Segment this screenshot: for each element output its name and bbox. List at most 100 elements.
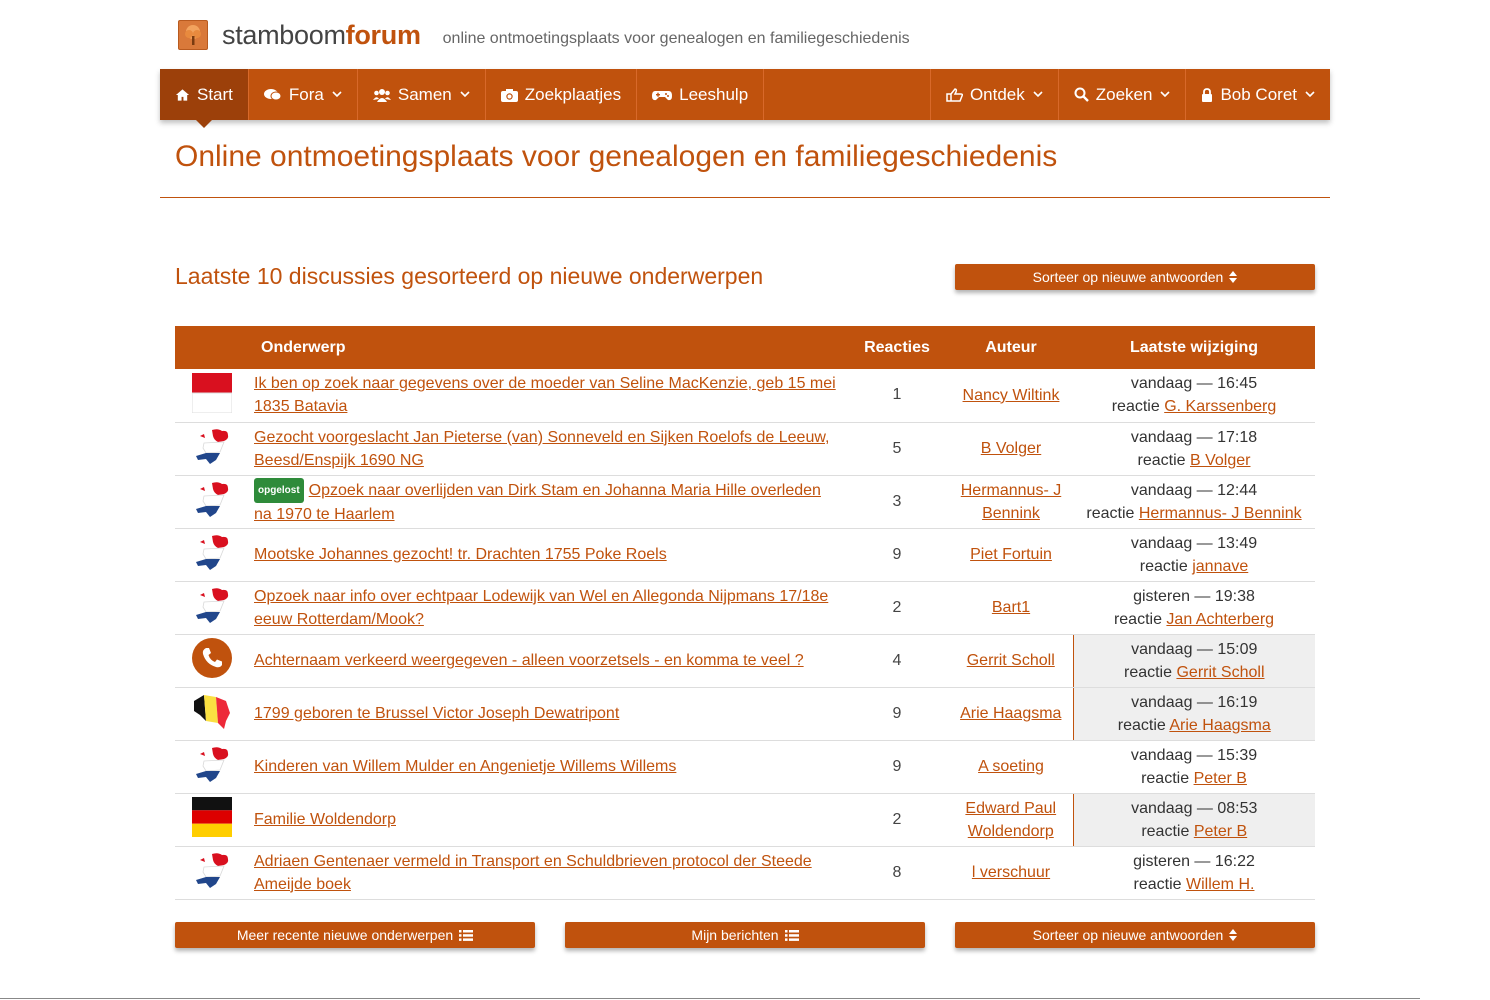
reply-author-link[interactable]: Peter B [1194,823,1247,840]
topic-link[interactable]: Opzoek naar overlijden van Dirk Stam en … [254,482,821,523]
chevron-down-icon [1160,91,1171,98]
nav-zoeken[interactable]: Zoeken [1059,69,1187,120]
last-change-cell: vandaag — 08:53 reactie Peter B [1072,793,1316,847]
reactions-count: 1 [845,369,949,423]
phone-flag-icon[interactable] [192,638,232,683]
last-change-cell: vandaag — 16:45 reactie G. Karssenberg [1073,369,1315,423]
topic-link[interactable]: Mootske Johannes gezocht! tr. Drachten 1… [254,546,667,563]
reply-prefix: reactie [1117,716,1166,734]
reactions-count: 9 [845,740,949,794]
author-link[interactable]: Edward Paul Woldendorp [965,800,1056,840]
page: stamboomforum online ontmoetingsplaats v… [0,0,1490,1000]
author-link[interactable]: B Volger [981,440,1041,457]
topic-link[interactable]: Achternaam verkeerd weergegeven - alleen… [254,652,804,669]
table-row: Adriaen Gentenaer vermeld in Transport e… [175,846,1315,900]
last-change-cell: vandaag — 16:19 reactie Arie Haagsma [1072,687,1315,741]
topics-table-header: Onderwerp Reacties Auteur Laatste wijzig… [175,326,1315,369]
table-row: Achternaam verkeerd weergegeven - alleen… [175,634,1316,688]
netherlands-flag-icon[interactable] [192,850,232,895]
nav-fora[interactable]: Fora [249,69,358,120]
home-icon [175,88,190,102]
footer-divider [0,998,1420,999]
author-link[interactable]: l verschuur [972,864,1050,881]
author-link[interactable]: A soeting [978,758,1044,775]
sort-new-replies-button-bottom[interactable]: Sorteer op nieuwe antwoorden [955,922,1315,948]
gamepad-icon [652,88,673,102]
reply-author-link[interactable]: G. Karssenberg [1164,398,1276,415]
nav-user[interactable]: Bob Coret [1186,69,1330,120]
topic-link[interactable]: Kinderen van Willem Mulder en Angenietje… [254,758,676,775]
author-cell: Gerrit Scholl [949,634,1073,688]
topic-cell: Familie Woldendorp [249,793,845,847]
topic-link[interactable]: Familie Woldendorp [254,811,396,828]
reply-author-link[interactable]: Willem H. [1186,876,1254,893]
author-cell: l verschuur [949,846,1073,900]
nav-start[interactable]: Start [160,69,249,128]
reply-author-link[interactable]: Arie Haagsma [1169,717,1270,734]
belgium-flag-icon[interactable] [192,691,232,736]
last-reply: reactie B Volger [1073,449,1315,472]
reply-prefix: reactie [1141,769,1190,787]
author-link[interactable]: Gerrit Scholl [967,652,1055,669]
last-reply: reactie Gerrit Scholl [1074,661,1316,684]
author-link[interactable]: Arie Haagsma [960,705,1061,722]
nav-zoekplaatjes[interactable]: Zoekplaatjes [486,69,638,120]
topic-link[interactable]: 1799 geboren te Brussel Victor Joseph De… [254,705,619,722]
tree-logo-icon[interactable] [178,20,208,50]
topic-link[interactable]: Adriaen Gentenaer vermeld in Transport e… [254,853,812,893]
topic-category-cell [175,634,249,688]
col-reactions: Reacties [845,326,949,369]
last-reply: reactie Peter B [1074,820,1316,843]
indonesia-flag-icon[interactable] [191,372,233,418]
netherlands-flag-icon[interactable] [192,532,232,577]
section-title: Laatste 10 discussies gesorteerd op nieu… [175,263,764,289]
author-link[interactable]: Nancy Wiltink [963,387,1060,404]
nav-leeshulp[interactable]: Leeshulp [637,69,765,120]
netherlands-flag-icon[interactable] [192,479,232,524]
sort-new-replies-button-top[interactable]: Sorteer op nieuwe antwoorden [955,264,1315,290]
my-posts-button[interactable]: Mijn berichten [565,922,925,948]
reply-author-link[interactable]: B Volger [1190,452,1250,469]
comments-icon [263,88,282,102]
reply-prefix: reactie [1133,875,1182,893]
topic-link[interactable]: Gezocht voorgeslacht Jan Pieterse (van) … [254,429,829,469]
last-change-time: vandaag — 15:39 [1130,746,1258,764]
col-topic: Onderwerp [249,326,845,369]
author-link[interactable]: Piet Fortuin [970,546,1052,563]
topic-category-cell [175,581,249,635]
reply-author-link[interactable]: Jan Achterberg [1166,611,1274,628]
last-reply: reactie jannave [1073,555,1315,578]
reply-author-link[interactable]: Hermannus- J Bennink [1139,505,1302,522]
sort-button-label: Sorteer op nieuwe antwoorden [1032,269,1224,285]
last-change-cell: gisteren — 19:38 reactie Jan Achterberg [1073,581,1315,635]
topic-link[interactable]: Ik ben op zoek naar gegevens over de moe… [254,375,836,415]
netherlands-flag-icon[interactable] [192,744,232,789]
author-link[interactable]: Hermannus- J Bennink [961,482,1061,522]
brand-name[interactable]: stamboomforum [222,20,421,51]
reply-author-link[interactable]: Gerrit Scholl [1176,664,1264,681]
topic-cell: Achternaam verkeerd weergegeven - alleen… [249,634,845,688]
reply-prefix: reactie [1137,451,1186,469]
reactions-count: 2 [845,581,949,635]
topic-cell: Ik ben op zoek naar gegevens over de moe… [249,369,845,423]
more-recent-topics-button[interactable]: Meer recente nieuwe onderwerpen [175,922,535,948]
nav-ontdek[interactable]: Ontdek [931,69,1059,120]
reply-author-link[interactable]: Peter B [1194,770,1247,787]
last-change-time: gisteren — 16:22 [1133,852,1255,870]
main-nav: Start Fora Samen Zoekplaatjes Leeshulp O… [160,69,1330,128]
last-change-time: vandaag — 15:09 [1131,640,1258,658]
title-divider [160,197,1330,198]
author-link[interactable]: Bart1 [992,599,1030,616]
nav-start-label: Start [197,84,233,104]
netherlands-flag-icon[interactable] [192,426,232,471]
netherlands-flag-icon[interactable] [192,585,232,630]
nav-fora-label: Fora [288,84,324,104]
reply-author-link[interactable]: jannave [1192,558,1248,575]
solved-badge: opgelost [254,477,304,503]
nav-samen[interactable]: Samen [358,69,486,120]
last-change-time: vandaag — 17:18 [1130,428,1258,446]
last-change-time: gisteren — 19:38 [1133,587,1255,605]
page-title: Online ontmoetingsplaats voor genealogen… [175,140,1058,173]
topic-link[interactable]: Opzoek naar info over echtpaar Lodewijk … [254,588,828,628]
germany-flag-icon[interactable] [192,797,232,842]
